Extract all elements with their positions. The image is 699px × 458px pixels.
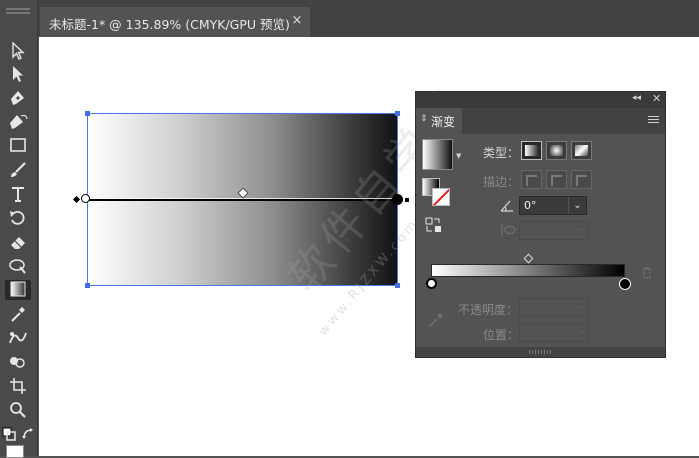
panel-tab-row: ⇕ 渐变 [416,108,665,134]
shape-builder-tool-icon[interactable] [5,353,31,373]
pen-tool-icon[interactable] [5,89,31,109]
panel-resize-bar[interactable] [416,347,665,357]
resize-handle-top-right[interactable] [395,111,400,116]
gradient-tool-icon[interactable] [5,280,31,300]
gradient-midpoint-diamond[interactable] [523,253,534,264]
width-tool-icon[interactable] [5,257,31,277]
rotate-tool-icon[interactable] [5,209,31,229]
freeform-gradient-button[interactable] [571,141,592,160]
gradient-annotator-bar[interactable] [86,199,398,201]
gradient-stop-black[interactable] [619,278,631,290]
location-label: 位置： [483,328,520,342]
gradient-stop-white[interactable] [426,278,437,289]
resize-grip[interactable] [529,350,551,354]
toolbar-grip[interactable] [0,0,38,37]
chevron-down-icon: ⌄ [577,326,585,336]
blend-tool-icon[interactable] [5,329,31,349]
eraser-tool-icon[interactable] [5,233,31,253]
type-label: 类型： [483,146,520,160]
close-panel-icon[interactable]: ✕ [652,92,661,105]
gradient-panel: ◂◂ ✕ ⇕ 渐变 ▼ 类型： 描边： 0° ⌄ ⌄ 不透明度： ⌄ 位置： ⌄ [415,91,666,358]
angle-input[interactable]: 0° ⌄ [519,196,587,215]
chevron-down-icon: ⌄ [577,224,585,234]
gradient-preview-swatch[interactable] [422,139,453,170]
document-tab-title: 未标题-1* @ 135.89% (CMYK/GPU 预览) [49,17,290,32]
edit-gradient-icon[interactable] [425,217,443,233]
curvature-tool-icon[interactable] [5,113,31,133]
fill-swatch[interactable] [6,445,24,458]
gradient-endpoint-marker[interactable] [405,198,409,202]
stroke-along-button[interactable] [546,170,567,189]
direct-selection-tool-icon[interactable] [5,65,31,85]
swap-fill-stroke-icon[interactable] [21,427,35,447]
close-icon[interactable]: × [290,13,304,28]
stroke-across-button[interactable] [571,170,592,189]
opacity-label: 不透明度： [458,303,519,317]
linear-gradient-button[interactable] [521,141,542,160]
rectangle-tool-icon[interactable] [5,137,31,157]
tab-gradient[interactable]: ⇕ 渐变 [416,108,462,134]
radial-gradient-button[interactable] [546,141,567,160]
resize-handle-top-left[interactable] [85,111,90,116]
angle-value: 0° [524,199,537,212]
chevron-down-icon[interactable]: ▼ [456,152,461,160]
chevron-down-icon[interactable]: ⌄ [568,197,586,214]
paintbrush-tool-icon[interactable] [5,161,31,181]
gradient-end-stop[interactable] [392,194,403,205]
gradient-start-stop[interactable] [81,194,90,203]
resize-handle-bottom-right[interactable] [395,283,400,288]
type-tool-icon[interactable] [5,185,31,205]
gradient-slider[interactable] [431,264,625,277]
fill-stroke-swatches-icon[interactable] [2,427,16,447]
aspect-ratio-icon [500,223,516,237]
panel-menu-icon[interactable] [648,116,659,117]
tools-panel [0,37,38,458]
location-input[interactable]: ⌄ [519,323,589,342]
stroke-none-swatch[interactable] [432,188,450,206]
zoom-tool-icon[interactable] [5,401,31,421]
collapse-panel-icon[interactable]: ◂◂ [632,93,641,103]
artboard-tool-icon[interactable] [5,377,31,397]
document-tab-bar: 未标题-1* @ 135.89% (CMYK/GPU 预览) × [0,0,699,37]
document-tab[interactable]: 未标题-1* @ 135.89% (CMYK/GPU 预览) × [40,7,310,37]
opacity-input[interactable]: ⌄ [519,298,589,317]
chevron-down-icon: ⌄ [577,301,585,311]
tab-gradient-label: 渐变 [431,115,456,129]
aspect-ratio-input[interactable]: ⌄ [519,221,589,240]
stroke-within-button[interactable] [521,170,542,189]
trash-icon[interactable] [642,267,652,279]
eyedropper-icon[interactable] [428,312,444,328]
stroke-label: 描边： [483,175,520,189]
panel-title-bar[interactable]: ◂◂ ✕ [416,92,665,108]
angle-icon [500,198,514,212]
eyedropper-tool-icon[interactable] [5,305,31,325]
panel-options-toggle-icon[interactable]: ⇕ [420,114,428,124]
selection-tool-icon[interactable] [5,42,31,62]
resize-handle-bottom-left[interactable] [85,283,90,288]
